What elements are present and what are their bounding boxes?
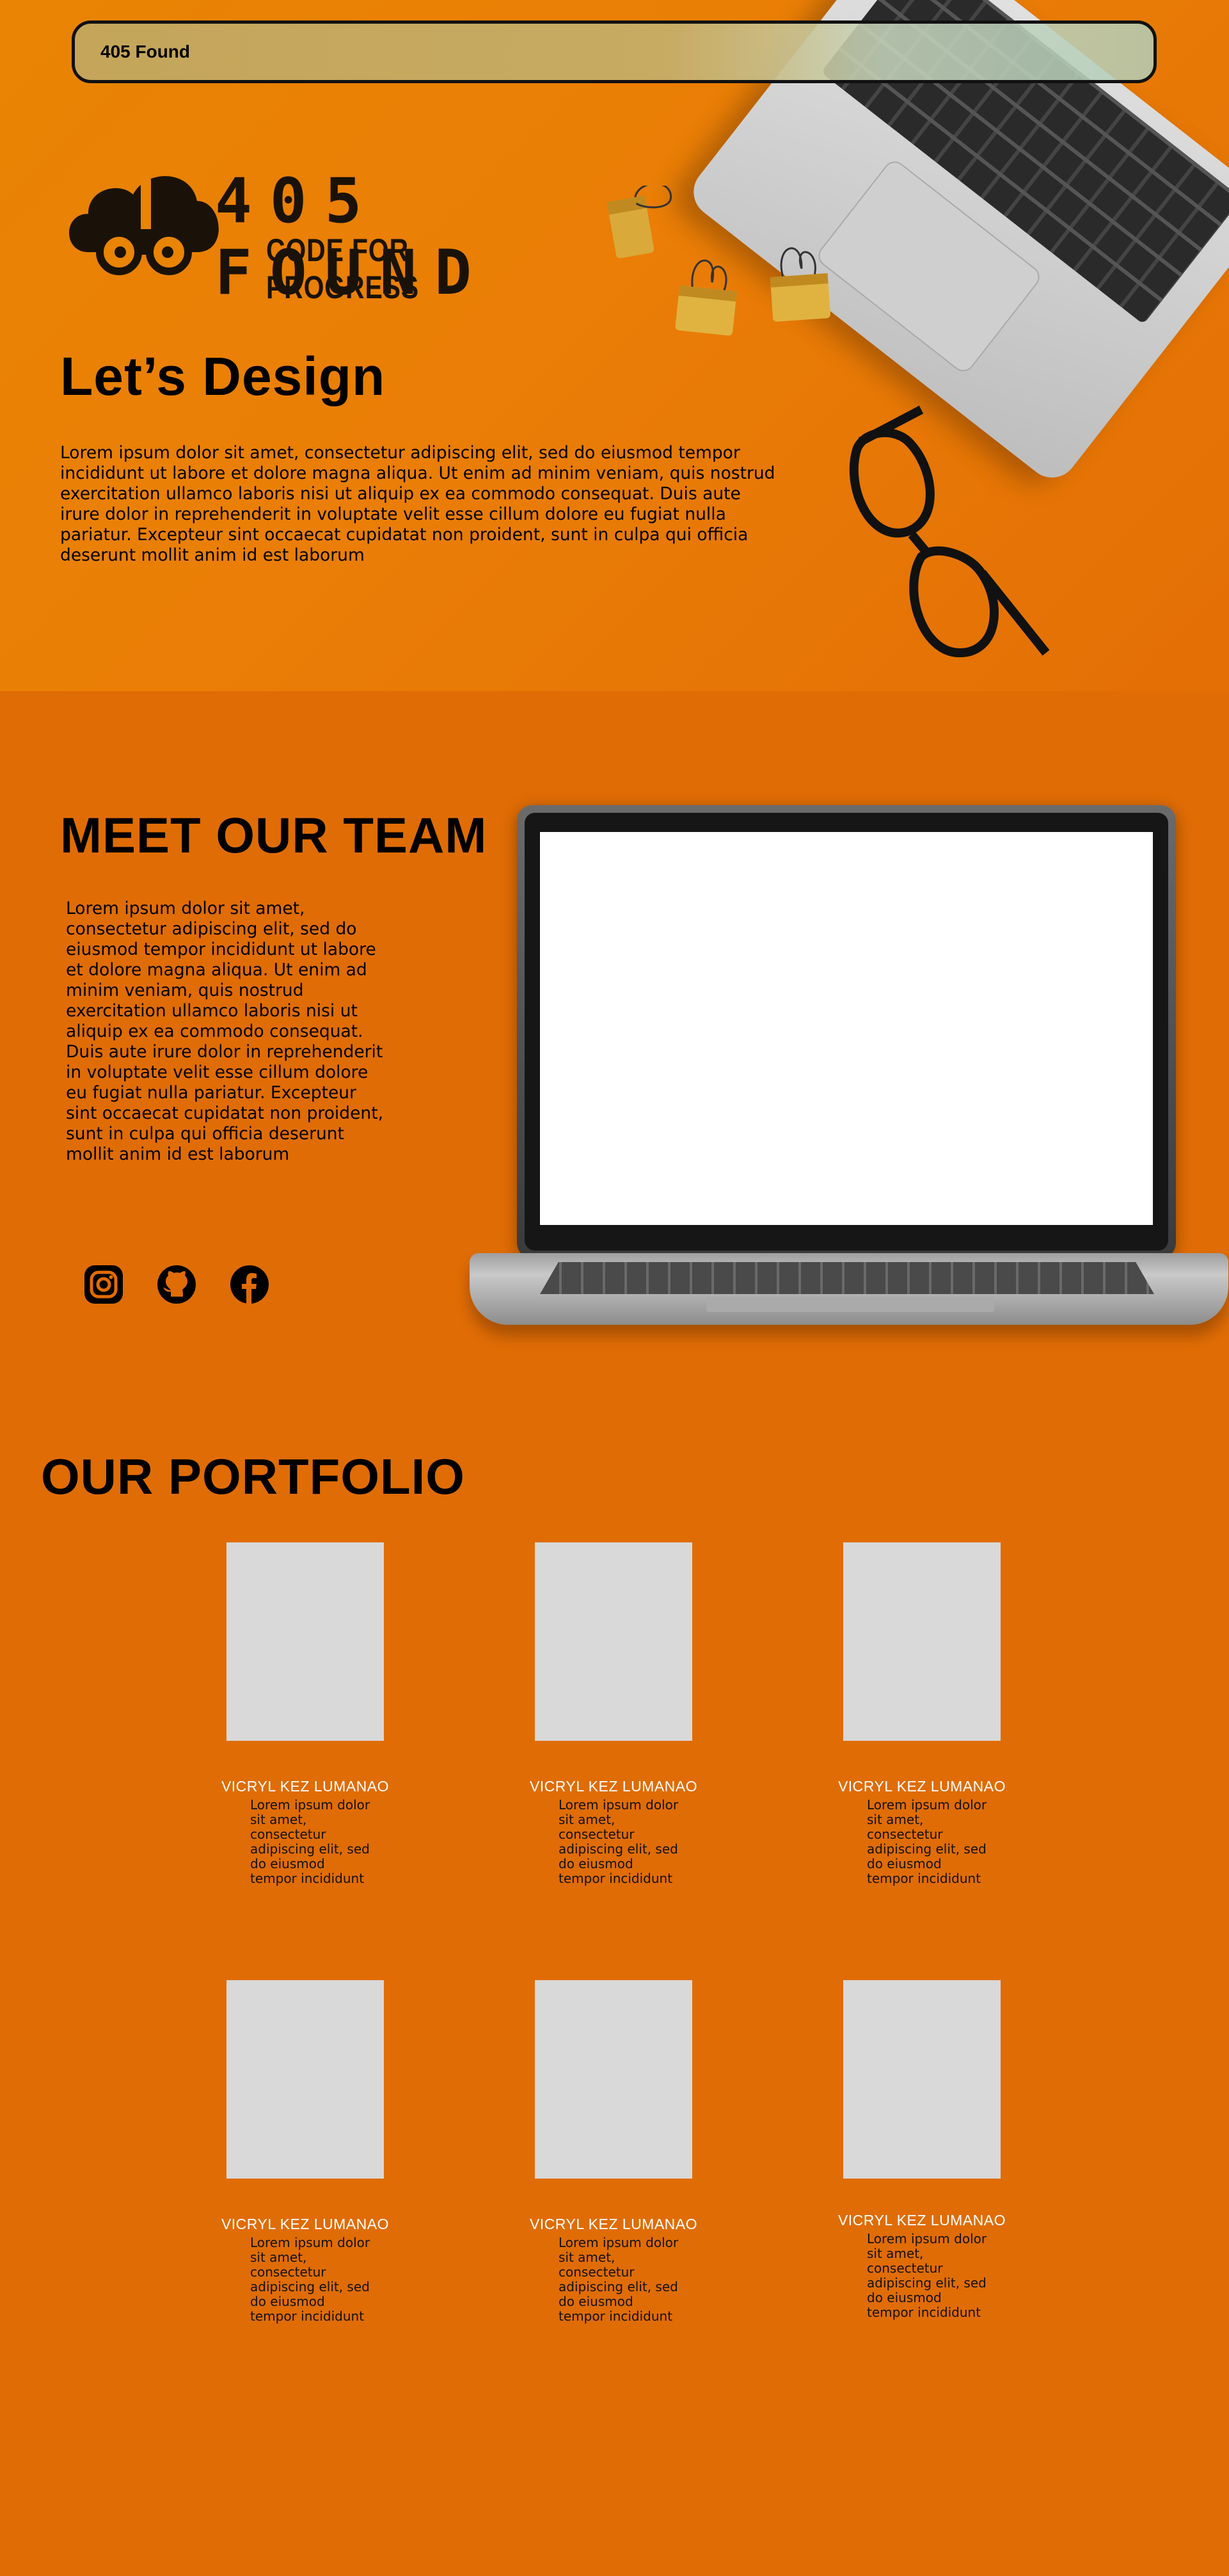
portfolio-card-description: Lorem ipsum dolor sit amet, consectetur … (559, 2235, 679, 2324)
portfolio-card[interactable]: VICRYL KEZ LUMANAO Lorem ipsum dolor sit… (505, 1980, 722, 2324)
portfolio-thumbnail[interactable] (843, 1980, 1001, 2179)
team-laptop-image (466, 805, 1229, 1356)
team-heading: MEET OUR TEAM (60, 807, 488, 863)
nav-brand-link[interactable]: 405 Found (100, 42, 190, 62)
portfolio-card-name: VICRYL KEZ LUMANAO (221, 2216, 390, 2232)
portfolio-card-description: Lorem ipsum dolor sit amet, consectetur … (867, 2231, 987, 2320)
portfolio-card[interactable]: VICRYL KEZ LUMANAO Lorem ipsum dolor sit… (505, 1542, 722, 1886)
social-links (83, 1264, 270, 1305)
site-logo: 405 FOUND CODE FOR PROGRESS (63, 156, 594, 308)
portfolio-card-name: VICRYL KEZ LUMANAO (529, 2216, 698, 2232)
portfolio-card-name: VICRYL KEZ LUMANAO (837, 2212, 1006, 2228)
portfolio-thumbnail[interactable] (535, 1542, 692, 1741)
portfolio-thumbnail[interactable] (535, 1980, 692, 2179)
github-icon[interactable] (156, 1264, 197, 1305)
portfolio-card-name: VICRYL KEZ LUMANAO (529, 1778, 698, 1795)
portfolio-thumbnail[interactable] (843, 1542, 1001, 1741)
portfolio-heading: OUR PORTFOLIO (41, 1448, 465, 1505)
portfolio-card[interactable]: VICRYL KEZ LUMANAO Lorem ipsum dolor sit… (196, 1542, 414, 1886)
hero-intro-text: Lorem ipsum dolor sit amet, consectetur … (60, 443, 775, 565)
logo-tagline: CODE FOR PROGRESS (266, 232, 419, 305)
laptop-screen (540, 832, 1153, 1225)
team-description: Lorem ipsum dolor sit amet, consectetur … (66, 899, 384, 1164)
eyeglasses-decoration (849, 405, 1050, 657)
hero-heading: Let’s Design (60, 346, 386, 406)
portfolio-thumbnail[interactable] (226, 1542, 384, 1741)
navbar: 405 Found (72, 20, 1157, 83)
portfolio-card-description: Lorem ipsum dolor sit amet, consectetur … (559, 1797, 679, 1886)
facebook-icon[interactable] (229, 1264, 270, 1305)
portfolio-card-description: Lorem ipsum dolor sit amet, consectetur … (250, 1797, 370, 1886)
portfolio-thumbnail[interactable] (226, 1980, 384, 2179)
portfolio-card-name: VICRYL KEZ LUMANAO (837, 1778, 1006, 1795)
portfolio-card-description: Lorem ipsum dolor sit amet, consectetur … (250, 2235, 370, 2324)
instagram-icon[interactable] (83, 1264, 124, 1305)
portfolio-card[interactable]: VICRYL KEZ LUMANAO Lorem ipsum dolor sit… (813, 1542, 1031, 1886)
binder-clips-decoration (607, 186, 830, 336)
portfolio-card-description: Lorem ipsum dolor sit amet, consectetur … (867, 1797, 987, 1886)
hero-section: 405 Found 405 FOUND CODE FOR PROGRESS Le… (0, 0, 1229, 691)
portfolio-card[interactable]: VICRYL KEZ LUMANAO Lorem ipsum dolor sit… (813, 1980, 1031, 2320)
cloud-glasses-logo-icon (69, 176, 219, 275)
portfolio-card-name: VICRYL KEZ LUMANAO (221, 1778, 390, 1795)
portfolio-card[interactable]: VICRYL KEZ LUMANAO Lorem ipsum dolor sit… (196, 1980, 414, 2324)
